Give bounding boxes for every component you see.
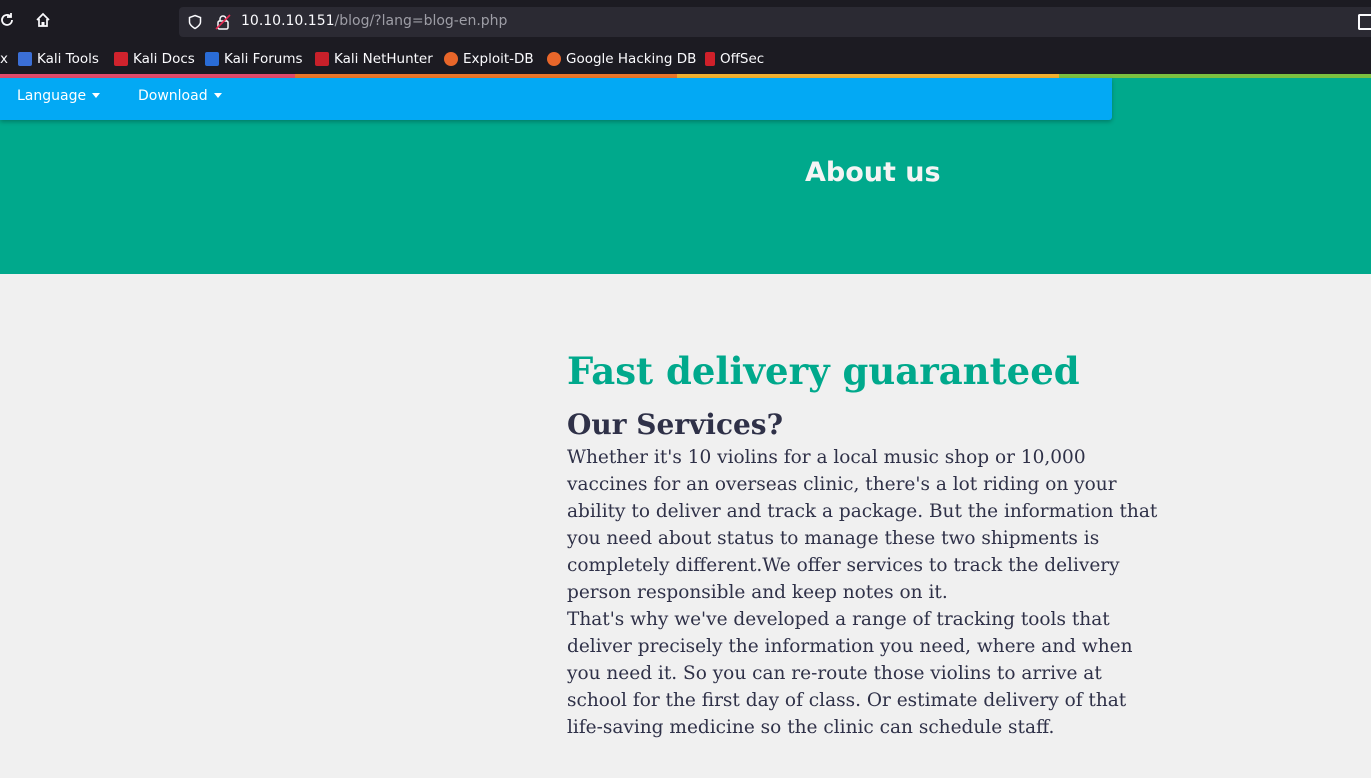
kali-tools-icon — [18, 52, 32, 66]
google-hacking-db-icon — [547, 52, 561, 66]
site-navbar: Language Download — [0, 78, 1112, 120]
kali-docs-icon — [114, 52, 128, 66]
home-icon[interactable] — [32, 11, 54, 33]
bookmark-label: Kali NetHunter — [334, 51, 433, 67]
bookmark-label: Kali Tools — [37, 51, 99, 67]
bookmark-label: OffSec — [720, 51, 765, 67]
bookmark-google-hacking-db[interactable]: Google Hacking DB — [547, 50, 696, 68]
bookmark-label: Google Hacking DB — [566, 51, 697, 67]
nav-download-dropdown[interactable]: Download — [138, 88, 222, 104]
section-heading: Our Services? — [567, 408, 783, 441]
sidebar-icon[interactable] — [1358, 14, 1371, 30]
url-path: /blog/?lang=blog-en.php — [334, 13, 508, 29]
bookmark-kali-tools[interactable]: Kali Tools — [18, 50, 99, 68]
url-bar[interactable]: 10.10.10.151/blog/?lang=blog-en.php — [179, 7, 1371, 37]
caret-down-icon — [92, 93, 101, 98]
bookmark-exploit-db[interactable]: Exploit-DB — [444, 50, 534, 68]
bookmark-kali-nethunter[interactable]: Kali NetHunter — [315, 50, 433, 68]
bookmarks-toolbar: x Kali Tools Kali Docs Kali Forums Kali … — [0, 44, 1371, 74]
page-heading: Fast delivery guaranteed — [567, 349, 1080, 393]
bookmark-truncated-label: x — [0, 51, 8, 67]
nav-download-label: Download — [138, 88, 208, 104]
bookmark-label: Kali Docs — [133, 51, 195, 67]
url-text[interactable]: 10.10.10.151/blog/?lang=blog-en.php — [241, 13, 507, 29]
bookmark-truncated[interactable]: x — [0, 50, 8, 68]
shield-icon[interactable] — [187, 14, 203, 30]
nav-language-label: Language — [17, 88, 87, 104]
kali-nethunter-icon — [315, 52, 329, 66]
bookmark-kali-docs[interactable]: Kali Docs — [114, 50, 195, 68]
bookmark-label: Kali Forums — [224, 51, 303, 67]
kali-forums-icon — [205, 52, 219, 66]
insecure-lock-icon[interactable] — [215, 14, 231, 30]
reload-icon[interactable] — [0, 11, 18, 33]
hero-title: About us — [805, 157, 941, 188]
main-content: Fast delivery guaranteed Our Services? W… — [567, 345, 1167, 741]
nav-language-dropdown[interactable]: Language — [17, 88, 101, 104]
bookmark-offsec[interactable]: OffSec — [705, 50, 764, 68]
bookmark-kali-forums[interactable]: Kali Forums — [205, 50, 303, 68]
browser-toolbar: 10.10.10.151/blog/?lang=blog-en.php — [0, 0, 1371, 44]
url-host: 10.10.10.151 — [241, 13, 335, 29]
caret-down-icon — [213, 93, 222, 98]
exploit-db-icon — [444, 52, 458, 66]
bookmark-label: Exploit-DB — [463, 51, 534, 67]
services-paragraph-1: Whether it's 10 violins for a local musi… — [567, 447, 1158, 603]
offsec-icon — [705, 52, 715, 66]
services-paragraph-2: That's why we've developed a range of tr… — [567, 609, 1133, 738]
